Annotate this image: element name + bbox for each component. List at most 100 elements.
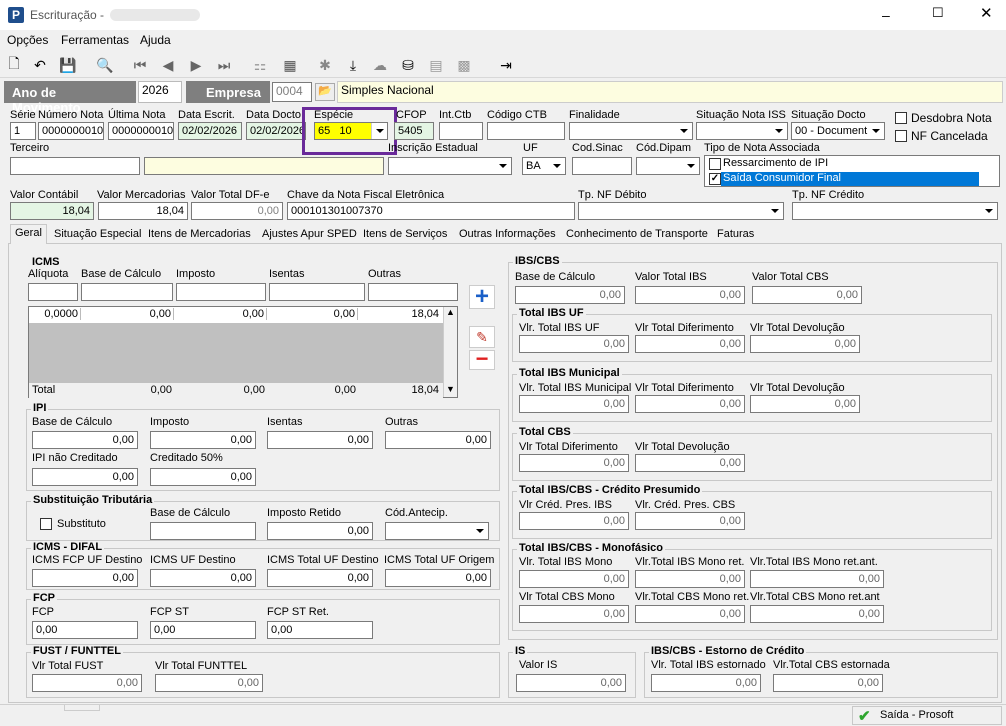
scroll-down-icon[interactable]: ▼ bbox=[446, 384, 455, 394]
estorno-b-field[interactable]: 0,00 bbox=[773, 674, 883, 692]
chevron-down-icon[interactable] bbox=[767, 203, 783, 219]
cib-icon[interactable]: ⛁ bbox=[398, 55, 418, 75]
chevron-down-icon[interactable] bbox=[771, 123, 787, 139]
ibsmun-c-field[interactable]: 0,00 bbox=[750, 395, 860, 413]
close-button[interactable]: ✕ bbox=[980, 4, 993, 22]
next-record-icon[interactable]: ▶ bbox=[186, 55, 206, 75]
difal-b-field[interactable]: 0,00 bbox=[150, 569, 256, 587]
fust-b-field[interactable]: 0,00 bbox=[155, 674, 263, 692]
ipi-imp-field[interactable]: 0,00 bbox=[150, 431, 256, 449]
especie-select[interactable]: 65 10 bbox=[314, 122, 388, 140]
valcont-field[interactable]: 18,04 bbox=[10, 202, 94, 220]
tab-situacao-especial[interactable]: Situação Especial bbox=[50, 226, 145, 244]
table-row[interactable]: 0,0000 0,00 0,00 0,00 18,04 bbox=[29, 307, 443, 323]
tab-ajustes-sped[interactable]: Ajustes Apur SPED bbox=[258, 226, 361, 244]
estorno-a-field[interactable]: 0,00 bbox=[651, 674, 761, 692]
mono-e-field[interactable]: 0,00 bbox=[635, 605, 745, 623]
mono-c-field[interactable]: 0,00 bbox=[750, 570, 884, 588]
ibsmun-b-field[interactable]: 0,00 bbox=[635, 395, 745, 413]
desdobra-checkbox[interactable] bbox=[895, 112, 907, 124]
finalidade-select[interactable] bbox=[569, 122, 693, 140]
undo-icon[interactable]: ↶ bbox=[30, 55, 50, 75]
mono-b-field[interactable]: 0,00 bbox=[635, 570, 745, 588]
new-doc-icon[interactable]: 🗋 bbox=[4, 55, 24, 75]
ibsuf-c-field[interactable]: 0,00 bbox=[750, 335, 860, 353]
calc-icon[interactable]: ▦ bbox=[280, 55, 300, 75]
codctb-field[interactable] bbox=[487, 122, 565, 140]
icms-isen-input[interactable] bbox=[269, 283, 365, 301]
edit-icon[interactable]: ✎ bbox=[469, 326, 495, 348]
intctb-field[interactable] bbox=[439, 122, 483, 140]
download-icon[interactable]: ⤓ bbox=[343, 55, 363, 75]
icms-imp-input[interactable] bbox=[176, 283, 266, 301]
tab-itens-servicos[interactable]: Itens de Serviços bbox=[359, 226, 451, 244]
scroll-up-icon[interactable]: ▲ bbox=[446, 307, 455, 317]
valmerc-field[interactable]: 18,04 bbox=[98, 202, 188, 220]
nfcanc-checkbox[interactable] bbox=[895, 130, 907, 142]
ibscbs-cbs-field[interactable]: 0,00 bbox=[752, 286, 862, 304]
chevron-down-icon[interactable] bbox=[683, 158, 699, 174]
uf-select[interactable]: BA bbox=[522, 157, 566, 175]
dtdocto-field[interactable]: 02/02/2026 bbox=[246, 122, 306, 140]
chevron-down-icon[interactable] bbox=[495, 158, 511, 174]
exit-icon[interactable]: ⇥ bbox=[496, 55, 516, 75]
tab-itens-mercadorias[interactable]: Itens de Mercadorias bbox=[144, 226, 255, 244]
ibsuf-a-field[interactable]: 0,00 bbox=[519, 335, 629, 353]
fcp-a-field[interactable]: 0,00 bbox=[32, 621, 138, 639]
first-record-icon[interactable]: ⏮ bbox=[130, 55, 150, 75]
sitiss-select[interactable] bbox=[696, 122, 788, 140]
save-icon[interactable]: 💾 bbox=[58, 55, 78, 75]
numnota-field[interactable]: 0000000010 bbox=[38, 122, 104, 140]
is-a-field[interactable]: 0,00 bbox=[516, 674, 626, 692]
difal-d-field[interactable]: 0,00 bbox=[385, 569, 491, 587]
preview-icon[interactable]: 🔍 bbox=[95, 55, 115, 75]
codsinac-field[interactable] bbox=[572, 157, 632, 175]
st-cod-select[interactable] bbox=[385, 522, 489, 540]
inscr-select[interactable] bbox=[388, 157, 512, 175]
remove-icon[interactable]: − bbox=[469, 348, 495, 370]
ibscbs-base-field[interactable]: 0,00 bbox=[515, 286, 625, 304]
fust-a-field[interactable]: 0,00 bbox=[32, 674, 142, 692]
ipi-out-field[interactable]: 0,00 bbox=[385, 431, 491, 449]
tab-outras-informacoes[interactable]: Outras Informações bbox=[455, 226, 560, 244]
st-imp-field[interactable]: 0,00 bbox=[267, 522, 373, 540]
st-base-field[interactable] bbox=[150, 522, 256, 540]
icms-aliq-input[interactable] bbox=[28, 283, 78, 301]
dtescr-field[interactable]: 02/02/2026 bbox=[178, 122, 242, 140]
sitdocto-select[interactable]: 00 - Document bbox=[791, 122, 885, 140]
chevron-down-icon[interactable] bbox=[472, 523, 488, 539]
terceiro-code[interactable] bbox=[10, 157, 140, 175]
chevron-down-icon[interactable] bbox=[868, 123, 884, 139]
panel2-icon[interactable]: ▩ bbox=[454, 55, 474, 75]
icms-base-input[interactable] bbox=[81, 283, 173, 301]
last-record-icon[interactable]: ⏭ bbox=[214, 55, 234, 75]
menu-ferramentas[interactable]: Ferramentas bbox=[61, 33, 129, 47]
tab-conhecimento-transporte[interactable]: Conhecimento de Transporte bbox=[562, 226, 712, 244]
chevron-down-icon[interactable] bbox=[371, 123, 387, 139]
ibscbs-ibs-field[interactable]: 0,00 bbox=[635, 286, 745, 304]
icms-scrollbar[interactable]: ▲ ▼ bbox=[443, 307, 457, 397]
cbs-a-field[interactable]: 0,00 bbox=[519, 454, 629, 472]
panel-icon[interactable]: ▤ bbox=[426, 55, 446, 75]
ibsuf-b-field[interactable]: 0,00 bbox=[635, 335, 745, 353]
menu-opcoes[interactable]: Opções bbox=[7, 33, 48, 47]
coddipam-select[interactable] bbox=[636, 157, 700, 175]
empresa-code[interactable]: 0004 bbox=[272, 82, 312, 102]
puzzle-icon[interactable]: ✱ bbox=[315, 55, 335, 75]
consumidor-checkbox[interactable]: ✓ bbox=[709, 173, 721, 185]
ipi-c50-field[interactable]: 0,00 bbox=[150, 468, 256, 486]
maximize-button[interactable]: ☐ bbox=[932, 5, 944, 21]
folder-icon[interactable]: 📂 bbox=[315, 83, 335, 101]
ipi-base-field[interactable]: 0,00 bbox=[32, 431, 138, 449]
tiponota-item-0[interactable]: Ressarcimento de IPI bbox=[723, 157, 828, 169]
ano-field[interactable]: 2026 bbox=[138, 81, 182, 103]
tree-icon[interactable]: ⚏ bbox=[250, 55, 270, 75]
chevron-down-icon[interactable] bbox=[549, 158, 565, 174]
chevron-down-icon[interactable] bbox=[676, 123, 692, 139]
ipi-isen-field[interactable]: 0,00 bbox=[267, 431, 373, 449]
cfop-field[interactable]: 5405 bbox=[394, 122, 434, 140]
icms-out-input[interactable] bbox=[368, 283, 458, 301]
menu-ajuda[interactable]: Ajuda bbox=[140, 33, 171, 47]
tiponota-item-1[interactable]: Saída Consumidor Final bbox=[723, 172, 841, 184]
chave-field[interactable]: 000101301007370 bbox=[287, 202, 575, 220]
